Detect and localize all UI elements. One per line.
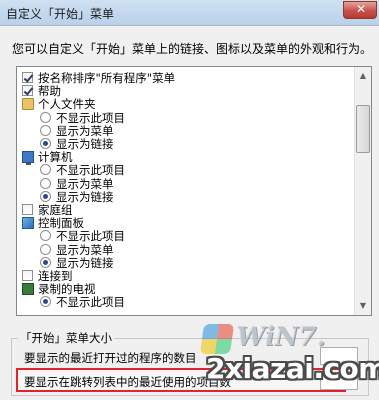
item-label: 录制的电视 [38,282,96,297]
section-header: 计算机 [17,150,353,166]
section-header: 个人文件夹 [17,97,353,111]
item-label: 按名称排序"所有程序"菜单 [38,71,176,85]
recent-programs-input[interactable] [320,347,358,365]
customize-start-menu-dialog: 自定义「开始」菜单 ✕ 您可以自定义「开始」菜单上的链接、图标以及菜单的外观和行… [0,0,379,400]
item-label: 帮助 [38,84,61,99]
radio-button[interactable] [40,111,51,123]
recent-programs-label: 要显示的最近打开过的程序的数目 [24,351,197,365]
list-scrollbar[interactable]: ▲ ▼ [354,67,371,315]
start-menu-options-list[interactable]: 按名称排序"所有程序"菜单 帮助 个人文件夹 不显示此项目 显示为菜单 显示为链接 计算机不… [16,66,372,316]
item-label: 家庭组 [38,203,73,217]
radio-option[interactable]: 不显示此项目 [17,229,353,243]
control-panel-icon [22,217,34,230]
item-label: 显示为链接 [56,189,114,204]
item-label: 个人文件夹 [38,97,96,112]
checkbox[interactable] [22,85,33,97]
title-bar: 自定义「开始」菜单 ✕ [0,0,379,26]
radio-button[interactable] [40,177,51,189]
radio-option[interactable]: 显示为链接 [17,137,353,151]
section-header: 录制的电视 [17,282,353,296]
radio-option[interactable]: 显示为菜单 [17,124,353,138]
intro-text: 您可以自定义「开始」菜单上的链接、图标以及菜单的外观和行为。 [12,42,373,56]
tv-icon [22,283,34,296]
radio-option[interactable]: 不显示此项目 [17,111,353,125]
checkbox-item[interactable]: 按名称排序"所有程序"菜单 [17,71,353,85]
menu-size-group-label: 「开始」菜单大小 [18,330,114,346]
radio-option[interactable]: 不显示此项目 [17,295,353,309]
scroll-thumb[interactable] [356,105,370,153]
radio-button[interactable] [40,138,51,149]
item-label: 不显示此项目 [56,229,125,244]
item-label: 不显示此项目 [56,110,125,125]
computer-icon [22,151,34,166]
checkbox[interactable] [22,72,33,83]
checkbox-item[interactable]: 家庭组 [17,203,353,217]
checkbox[interactable] [22,270,33,281]
item-label: 显示为链接 [56,255,114,270]
radio-option[interactable]: 显示为菜单 [17,243,353,257]
jump-list-input[interactable] [320,372,358,390]
item-label: 显示为链接 [56,137,114,151]
item-label: 连接到 [38,269,73,283]
radio-option[interactable]: 显示为链接 [17,256,353,270]
checkbox-item[interactable]: 帮助 [17,84,353,98]
checkbox[interactable] [22,204,33,215]
folder-icon [22,98,34,111]
item-label: 计算机 [38,150,73,165]
radio-option[interactable]: 显示为菜单 [17,177,353,191]
window-title: 自定义「开始」菜单 [6,7,115,21]
radio-button[interactable] [40,243,51,255]
radio-button[interactable] [40,256,51,268]
radio-option[interactable]: 显示为链接 [17,190,353,204]
section-header: 控制面板 [17,216,353,230]
item-label: 不显示此项目 [56,295,125,310]
item-label: 显示为菜单 [56,176,114,191]
close-icon: ✕ [356,2,367,16]
jump-list-label: 要显示在跳转列表中的最近使用的项目数 [24,375,231,389]
close-button[interactable]: ✕ [343,1,377,19]
radio-button[interactable] [40,190,51,202]
radio-option[interactable]: 不显示此项目 [17,163,353,177]
item-label: 不显示此项目 [56,163,125,178]
radio-button[interactable] [40,124,51,136]
radio-button[interactable] [40,230,51,242]
item-label: 显示为菜单 [56,123,114,138]
jump-list-highlight-box: 要显示在跳转列表中的最近使用的项目数 [16,368,346,392]
radio-button[interactable] [40,164,51,176]
item-label: 显示为菜单 [56,242,114,257]
checkbox-item[interactable]: 连接到 [17,269,353,283]
radio-button[interactable] [40,296,51,308]
scroll-down-arrow-icon[interactable]: ▼ [355,297,371,314]
item-label: 控制面板 [38,216,84,231]
scroll-up-arrow-icon[interactable]: ▲ [355,67,371,84]
